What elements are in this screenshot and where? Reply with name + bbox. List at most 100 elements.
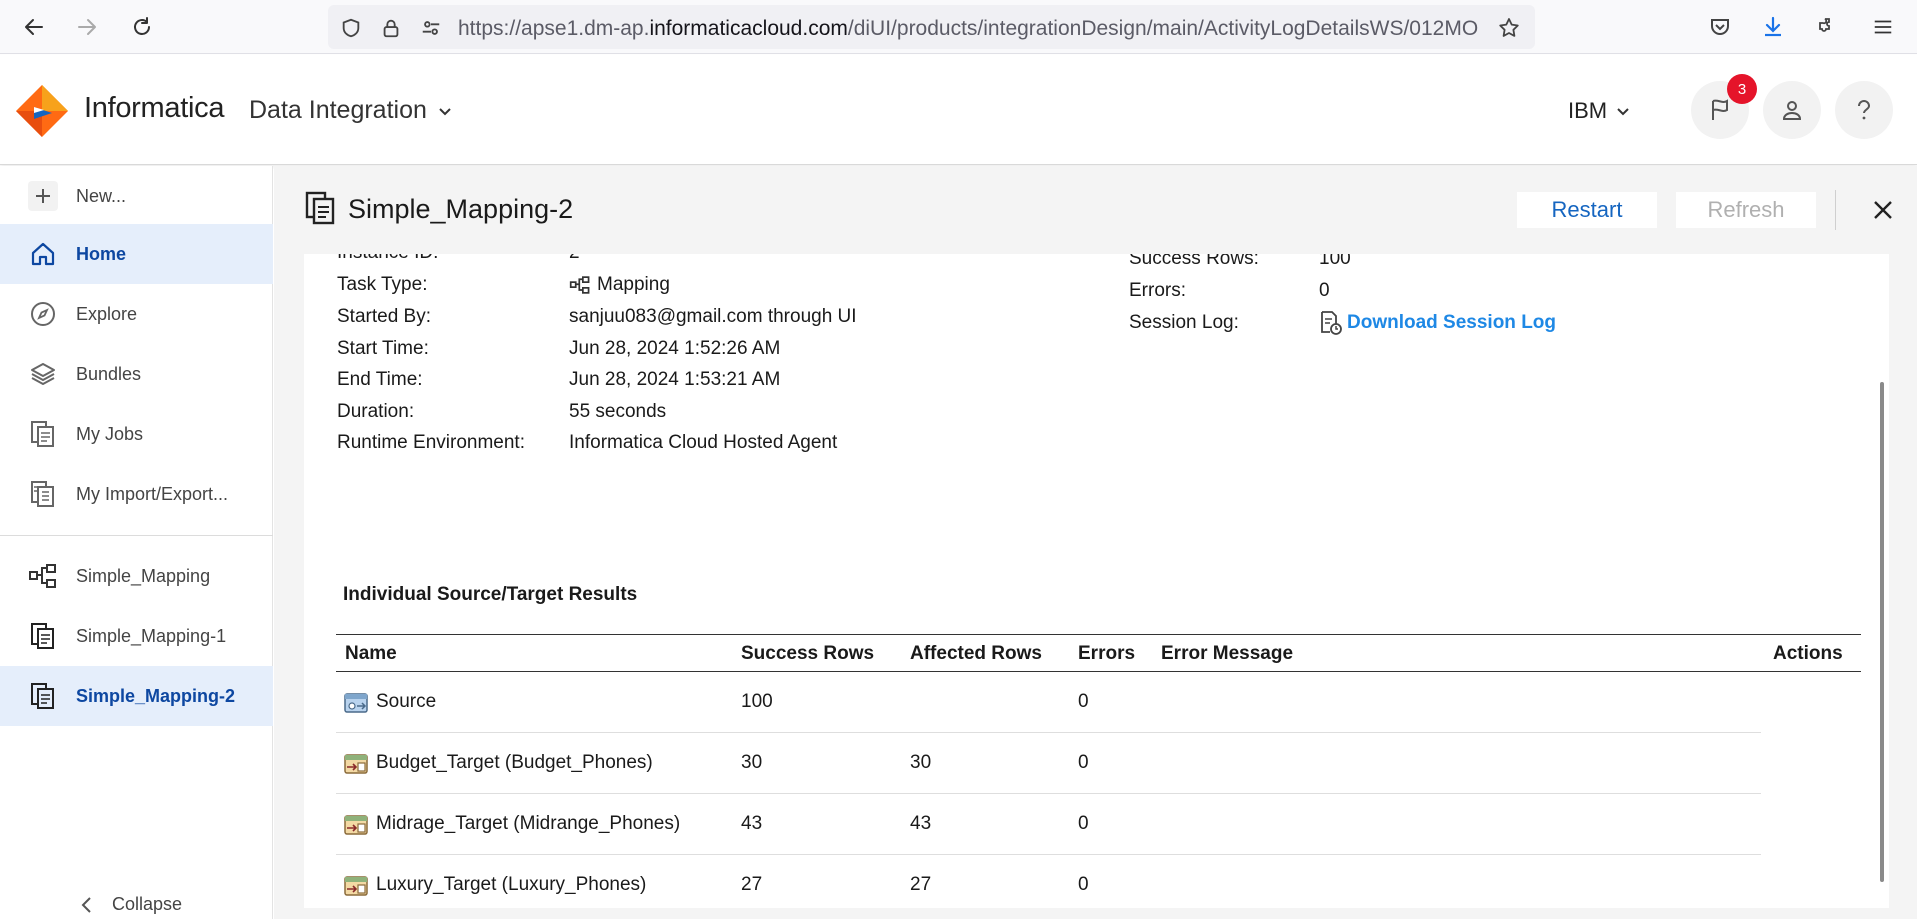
column-header-errors[interactable]: Errors [1078, 643, 1135, 665]
lock-icon[interactable] [378, 15, 404, 41]
log-file-icon [1321, 311, 1342, 335]
product-name: Data Integration [249, 96, 427, 124]
sidebar-item-simple-mapping-1[interactable]: Simple_Mapping-1 [0, 606, 273, 666]
target-icon [344, 753, 368, 775]
row-success-rows: 100 [741, 691, 773, 712]
collapse-label: Collapse [112, 894, 183, 914]
refresh-button[interactable]: Refresh [1676, 192, 1816, 228]
started-by-value: sanjuu083@gmail.com through UI [569, 306, 857, 327]
page-title-bar: Simple_Mapping-2 Restart Refresh [274, 166, 1917, 254]
column-header-success-rows[interactable]: Success Rows [741, 643, 874, 665]
brand-name: Informatica [84, 92, 225, 124]
reload-icon[interactable] [125, 10, 159, 44]
sidebar-item-label: Simple_Mapping [76, 565, 211, 586]
started-by-label: Started By: [337, 306, 431, 327]
org-switcher[interactable]: IBM [1568, 98, 1631, 124]
app-header: Informatica Data Integration IBM 3 [0, 55, 1917, 165]
instance-id-label: Instance ID: [337, 254, 438, 264]
row-errors: 0 [1078, 874, 1089, 895]
sidebar-item-label: Simple_Mapping-2 [76, 685, 236, 706]
bookmark-star-icon[interactable] [1496, 15, 1522, 41]
notification-badge: 3 [1727, 74, 1757, 104]
plus-icon [28, 181, 58, 211]
row-errors: 0 [1078, 813, 1089, 834]
task-type-value: Mapping [569, 274, 670, 296]
main-content: Simple_Mapping-2 Restart Refresh Instanc… [274, 166, 1917, 919]
layers-icon [28, 359, 58, 389]
shield-icon[interactable] [338, 15, 364, 41]
duration-value: 55 seconds [569, 401, 667, 422]
forward-icon[interactable] [70, 10, 104, 44]
start-time-label: Start Time: [337, 338, 429, 359]
sidebar-item-label: Simple_Mapping-1 [76, 625, 227, 646]
scrollbar-thumb[interactable] [1880, 382, 1884, 882]
permissions-icon[interactable] [418, 15, 444, 41]
success-rows-label: Success Rows: [1129, 254, 1259, 269]
table-row: Budget_Target (Budget_Phones) 30 30 0 [336, 733, 1861, 794]
product-switcher[interactable]: Data Integration [249, 96, 453, 125]
column-header-name[interactable]: Name [345, 643, 397, 665]
address-bar[interactable]: https://apse1.dm-ap.informaticacloud.com… [328, 5, 1535, 49]
success-rows-value: 100 [1319, 254, 1351, 269]
sidebar-item-bundles[interactable]: Bundles [0, 344, 273, 404]
start-time-value: Jun 28, 2024 1:52:26 AM [569, 338, 781, 359]
sidebar-item-import-export[interactable]: My Import/Export... [0, 464, 273, 524]
sidebar-item-new[interactable]: New... [0, 171, 273, 221]
user-icon [1782, 101, 1802, 120]
target-icon [344, 875, 368, 897]
sidebar: New... Home Explore Bundles My Jobs My I… [0, 166, 273, 919]
menu-icon[interactable] [1868, 12, 1898, 42]
sidebar-divider [0, 535, 273, 536]
sidebar-item-simple-mapping[interactable]: Simple_Mapping [0, 546, 273, 606]
chevron-down-icon [1617, 108, 1629, 116]
sidebar-item-label: My Jobs [76, 423, 144, 444]
row-success-rows: 30 [741, 752, 763, 773]
sidebar-item-label: New... [76, 185, 127, 206]
row-success-rows: 43 [741, 813, 763, 834]
compass-icon [28, 299, 58, 329]
back-icon[interactable] [17, 10, 51, 44]
row-name: Source [376, 691, 437, 712]
collapse-button[interactable]: Collapse [80, 894, 182, 915]
flag-icon [1712, 99, 1728, 120]
mapping-icon [28, 561, 58, 591]
row-name: Budget_Target (Budget_Phones) [376, 752, 653, 773]
row-errors: 0 [1078, 752, 1089, 773]
browser-toolbar: https://apse1.dm-ap.informaticacloud.com… [0, 0, 1917, 54]
sidebar-item-label: Bundles [76, 363, 142, 384]
sidebar-item-simple-mapping-2[interactable]: Simple_Mapping-2 [0, 666, 273, 726]
sidebar-item-explore[interactable]: Explore [0, 284, 273, 344]
restart-button[interactable]: Restart [1517, 192, 1657, 228]
row-affected-rows: 27 [910, 874, 932, 895]
task-type-text: Mapping [597, 274, 670, 295]
informatica-logo[interactable] [14, 83, 70, 139]
column-header-affected-rows[interactable]: Affected Rows [910, 643, 1042, 665]
instance-id-value: 2 [569, 254, 580, 264]
row-name: Luxury_Target (Luxury_Phones) [376, 874, 647, 895]
download-session-log-text[interactable]: Download Session Log [1347, 312, 1556, 334]
table-row: Source 100 0 [336, 672, 1861, 733]
target-icon [344, 814, 368, 836]
sidebar-item-label: My Import/Export... [76, 483, 229, 504]
import-export-icon [28, 479, 58, 509]
downloads-icon[interactable] [1758, 12, 1788, 42]
job-document-icon [28, 621, 58, 651]
errors-label: Errors: [1129, 280, 1186, 301]
task-type-label: Task Type: [337, 274, 428, 295]
sidebar-item-label: Explore [76, 303, 138, 324]
page-title: Simple_Mapping-2 [348, 194, 574, 224]
download-session-log-link[interactable]: Download Session Log [1319, 310, 1556, 336]
job-document-icon [304, 190, 338, 228]
jobs-icon [28, 419, 58, 449]
help-button[interactable] [1835, 81, 1893, 139]
user-profile-button[interactable] [1763, 81, 1821, 139]
help-icon [1858, 100, 1871, 120]
pocket-icon[interactable] [1705, 12, 1735, 42]
column-header-error-message[interactable]: Error Message [1161, 643, 1293, 665]
results-section-title: Individual Source/Target Results [343, 584, 638, 605]
sidebar-item-my-jobs[interactable]: My Jobs [0, 404, 273, 464]
close-icon[interactable] [1863, 190, 1903, 230]
sidebar-item-home[interactable]: Home [0, 224, 273, 284]
home-icon [28, 239, 58, 269]
extensions-icon[interactable] [1813, 12, 1843, 42]
